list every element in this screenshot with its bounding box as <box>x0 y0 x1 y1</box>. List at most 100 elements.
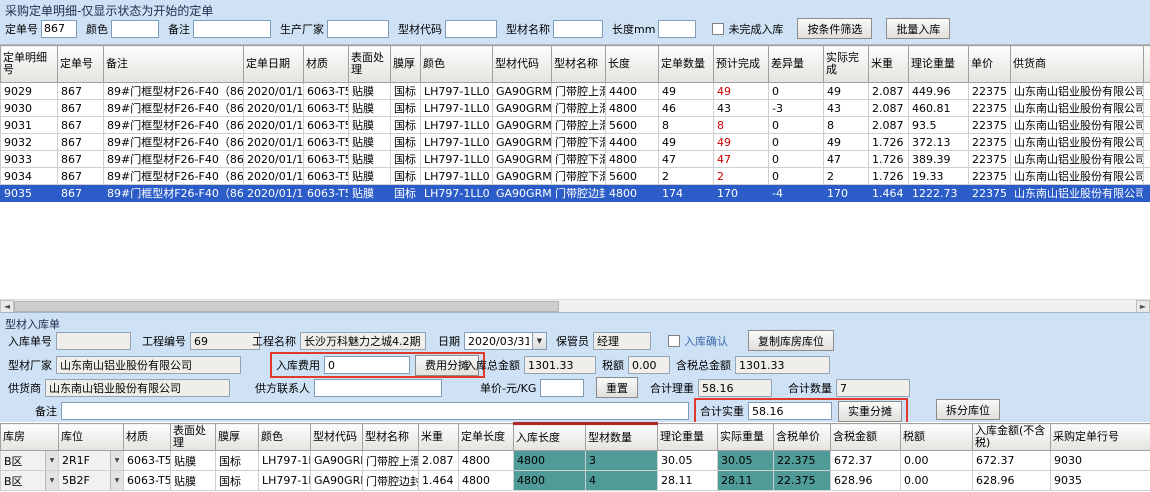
cell[interactable]: 贴膜 <box>349 185 391 202</box>
cell[interactable]: -3 <box>769 100 824 117</box>
cell[interactable]: 2020/01/13 <box>244 185 304 202</box>
column-header[interactable]: 实际完成 <box>824 46 869 83</box>
cell[interactable]: 门带腔边封 <box>552 185 606 202</box>
table-row[interactable]: 903086789#门框型材F26-F40（866+867）2020/01/13… <box>1 100 1150 117</box>
cell[interactable]: 89#门框型材F26-F40（866+867） <box>104 100 244 117</box>
column-header[interactable]: 税额 <box>901 424 973 451</box>
cell[interactable]: 4800 <box>514 451 586 471</box>
cell[interactable]: 国标 <box>391 100 421 117</box>
length-input[interactable] <box>658 20 696 38</box>
column-header[interactable]: 表面处理 <box>349 46 391 83</box>
column-header[interactable]: 差异量 <box>769 46 824 83</box>
table-row[interactable]: 903186789#门框型材F26-F40（866+867）2020/01/13… <box>1 117 1150 134</box>
column-header[interactable]: 型材名称 <box>552 46 606 83</box>
cell[interactable]: 628.96 <box>831 471 901 491</box>
cell[interactable]: 门带腔下滑 <box>552 151 606 168</box>
cell[interactable]: LH797-1LL0 <box>259 451 311 471</box>
cell[interactable]: GA90GRM03 <box>311 451 363 471</box>
column-header[interactable]: 材质 <box>124 424 171 451</box>
cell[interactable]: 门带腔上滑 <box>552 83 606 100</box>
project-name-input[interactable] <box>300 332 426 350</box>
entry-no-input[interactable] <box>56 332 131 350</box>
cell[interactable]: 3 <box>586 451 658 471</box>
cell[interactable]: 6063-T5 <box>304 168 349 185</box>
cell[interactable]: 867 <box>58 100 104 117</box>
horizontal-scrollbar[interactable]: ◄ ► <box>0 299 1150 312</box>
cell[interactable]: GA90GRM03 <box>493 100 552 117</box>
column-header[interactable]: 实际重量 <box>718 424 774 451</box>
cell[interactable]: 49 <box>714 83 769 100</box>
copy-location-button[interactable]: 复制库房库位 <box>748 330 834 351</box>
column-header[interactable]: 采购定单行号 <box>1051 424 1150 451</box>
reset-button[interactable]: 重置 <box>596 377 638 398</box>
cell[interactable]: 460.81 <box>909 100 969 117</box>
cell[interactable]: 2020/01/13 <box>244 151 304 168</box>
cell[interactable]: 2 <box>824 168 869 185</box>
cell[interactable]: 1222.73 <box>909 185 969 202</box>
cell[interactable]: 贴膜 <box>349 168 391 185</box>
cell[interactable]: 0.00 <box>901 471 973 491</box>
scrollbar-thumb[interactable] <box>14 301 559 312</box>
column-header[interactable]: 入库金额(不含税) <box>973 424 1051 451</box>
cell[interactable]: 867 <box>58 117 104 134</box>
project-no-input[interactable] <box>190 332 260 350</box>
cell[interactable]: 47 <box>714 151 769 168</box>
cell[interactable]: 19.33 <box>909 168 969 185</box>
cell[interactable]: 170 <box>824 185 869 202</box>
column-header[interactable]: 理论重量 <box>909 46 969 83</box>
cell[interactable]: 49 <box>659 83 714 100</box>
cell[interactable]: 贴膜 <box>349 151 391 168</box>
cell[interactable]: 93.5 <box>909 117 969 134</box>
inbound-confirm-checkbox[interactable] <box>668 335 680 347</box>
cell[interactable]: LH797-1LL0 <box>421 83 493 100</box>
cell[interactable]: 89#门框型材F26-F40（866+867） <box>104 83 244 100</box>
column-header[interactable]: 颜色 <box>259 424 311 451</box>
date-dropdown-icon[interactable]: ▼ <box>532 332 547 350</box>
cell[interactable]: 2020/01/13 <box>244 168 304 185</box>
cell[interactable]: B区▼ <box>1 471 59 491</box>
cell[interactable]: 4800 <box>606 100 659 117</box>
cell[interactable]: 9035 <box>1051 471 1150 491</box>
cell[interactable]: 贴膜 <box>349 100 391 117</box>
cell[interactable]: LH797-1LL0 <box>421 100 493 117</box>
cell[interactable]: 2.087 <box>869 83 909 100</box>
cell[interactable]: 9031 <box>1 117 58 134</box>
date-input[interactable] <box>464 332 532 350</box>
column-header[interactable]: 型材代码 <box>311 424 363 451</box>
cell[interactable]: 22375 <box>969 100 1011 117</box>
cell[interactable]: 山东南山铝业股份有限公司 <box>1011 151 1144 168</box>
cell[interactable]: 30.05 <box>658 451 718 471</box>
cell[interactable]: 22375 <box>969 83 1011 100</box>
batch-inbound-button[interactable]: 批量入库 <box>886 18 950 39</box>
column-header[interactable]: 库位 <box>59 424 124 451</box>
cell[interactable]: 9035 <box>1 185 58 202</box>
cell[interactable]: 5B2F▼ <box>59 471 124 491</box>
dropdown-arrow-icon[interactable]: ▼ <box>45 451 58 470</box>
column-header[interactable]: 表面处理 <box>171 424 216 451</box>
column-header[interactable]: 含税金额 <box>831 424 901 451</box>
cell[interactable]: 6063-T5 <box>124 471 171 491</box>
cell[interactable]: 国标 <box>216 451 259 471</box>
cell[interactable]: 门带腔上滑 <box>552 117 606 134</box>
cell[interactable]: 22375 <box>969 117 1011 134</box>
cell[interactable]: 30.05 <box>718 451 774 471</box>
dropdown-arrow-icon[interactable]: ▼ <box>45 471 58 490</box>
cell[interactable]: 46 <box>659 100 714 117</box>
column-header[interactable]: 型材名称 <box>363 424 419 451</box>
cell[interactable]: 170 <box>714 185 769 202</box>
remark-input[interactable] <box>193 20 271 38</box>
cell[interactable]: 贴膜 <box>349 83 391 100</box>
cell[interactable]: 6063-T5 <box>304 117 349 134</box>
column-header[interactable]: 膜厚 <box>216 424 259 451</box>
cell[interactable]: B区▼ <box>1 451 59 471</box>
tax-input[interactable] <box>628 356 670 374</box>
keeper-input[interactable] <box>593 332 651 350</box>
cell[interactable]: 867 <box>58 151 104 168</box>
cell[interactable]: 43 <box>714 100 769 117</box>
cell[interactable]: 89#门框型材F26-F40（866+867） <box>104 134 244 151</box>
supplier-contact-input[interactable] <box>314 379 442 397</box>
cell[interactable]: 8 <box>659 117 714 134</box>
supplier-input[interactable] <box>45 379 230 397</box>
cell[interactable]: 1.726 <box>869 168 909 185</box>
cell[interactable]: 2.087 <box>869 117 909 134</box>
